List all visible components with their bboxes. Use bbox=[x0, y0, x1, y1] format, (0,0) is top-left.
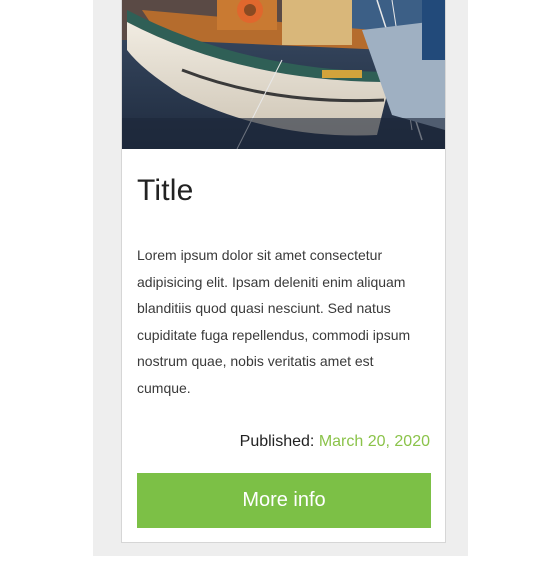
boat-photo bbox=[122, 0, 445, 149]
card-title: Title bbox=[137, 174, 194, 207]
published-info: Published: March 20, 2020 bbox=[240, 433, 430, 451]
card: Title Lorem ipsum dolor sit amet consect… bbox=[121, 0, 446, 543]
more-info-button[interactable]: More info bbox=[137, 473, 431, 528]
card-description: Lorem ipsum dolor sit amet consectetur a… bbox=[137, 247, 411, 396]
page: Title Lorem ipsum dolor sit amet consect… bbox=[0, 0, 554, 562]
card-image bbox=[122, 0, 445, 149]
published-label: Published: bbox=[239, 433, 315, 450]
published-date: March 20, 2020 bbox=[318, 433, 430, 450]
